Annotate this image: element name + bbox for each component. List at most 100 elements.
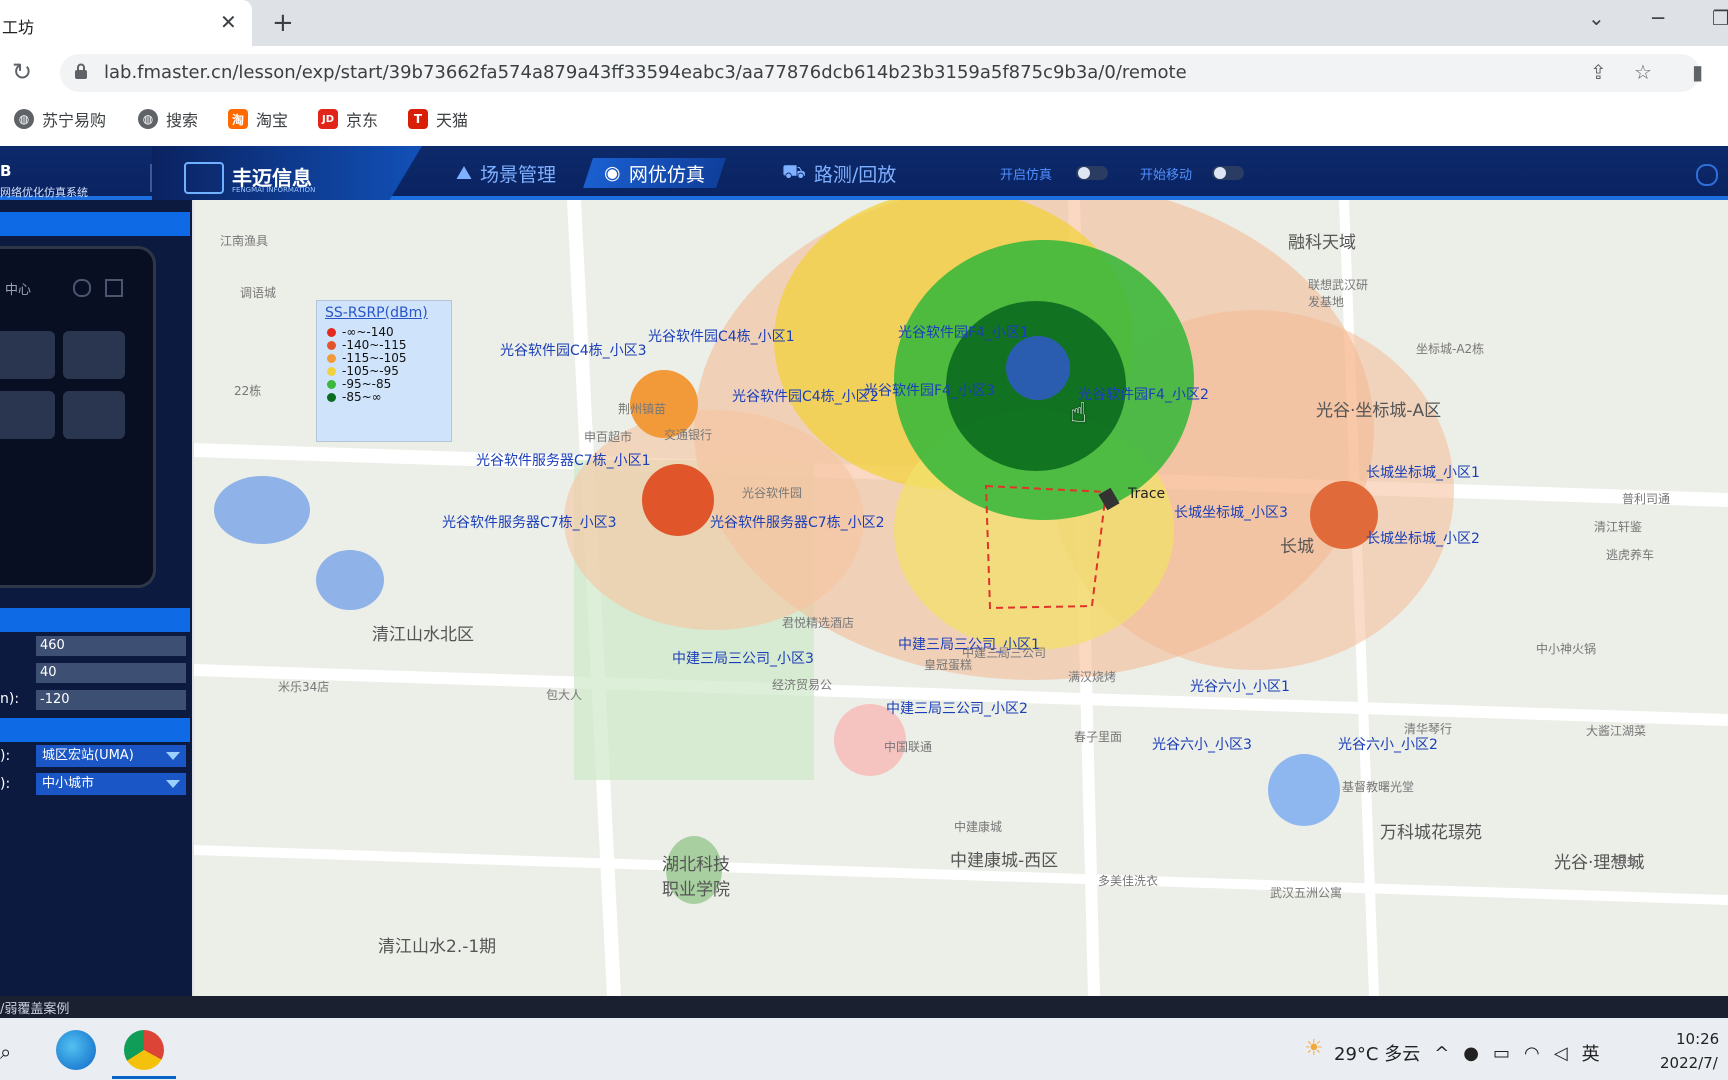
tab-scene-management[interactable]: ⛰ 场景管理 [440, 158, 572, 188]
jd-icon: JD [318, 109, 338, 129]
poi-label: 包大人 [546, 688, 583, 702]
app-short-name: B [0, 162, 12, 180]
globe-icon: ◍ [14, 109, 34, 129]
param-input-3[interactable]: -120 [36, 690, 186, 710]
legend-title: SS-RSRP(dBm) [325, 305, 428, 321]
param-input-1[interactable]: 460 [36, 636, 186, 656]
cell-label: 光谷六小_小区1 [1190, 679, 1290, 695]
wifi-icon[interactable]: ◠ [1524, 1043, 1540, 1064]
tab-close-icon[interactable]: ✕ [220, 10, 237, 34]
cell-label: 光谷软件园F4_小区2 [1078, 387, 1209, 403]
cell-label: 光谷软件园F4_小区1 [898, 325, 1029, 341]
legend-label: -85~∞ [342, 390, 382, 404]
poi-label: 坐标城-A2栋 [1416, 342, 1485, 356]
browser-tab-strip [0, 0, 1728, 46]
url-text[interactable]: lab.fmaster.cn/lesson/exp/start/39b73662… [104, 62, 1187, 83]
scenario-select[interactable]: 城区宏站(UMA) [36, 745, 186, 767]
legend-dot [327, 327, 336, 337]
minimize-icon[interactable]: ─ [1652, 6, 1664, 30]
share-icon[interactable]: ⇪ [1590, 60, 1607, 84]
tab-network-simulation[interactable]: ◉ 网优仿真 [583, 158, 726, 188]
toggle-move-label: 开始移动 [1140, 168, 1193, 183]
active-app-indicator [112, 1076, 176, 1079]
bookmark-label: 苏宁易购 [42, 111, 107, 130]
bookmark-taobao[interactable]: 淘淘宝 [228, 106, 288, 132]
param-input-2[interactable]: 40 [36, 663, 186, 683]
legend-dot [327, 366, 336, 376]
poi-label: 荆州镇苗 [618, 402, 667, 416]
poi-label: 可多 [1614, 854, 1639, 868]
tab-title: 工坊 [2, 18, 35, 37]
browser-tab[interactable] [0, 0, 252, 46]
map-area-label: 长城 [1280, 537, 1314, 557]
cell-label: 中建三局三公司_小区3 [672, 651, 814, 667]
map-area-label: 光谷·坐标城-A区 [1316, 401, 1442, 421]
header-separator [150, 164, 152, 192]
phone-tile-3[interactable] [0, 391, 55, 439]
toggle-move-switch[interactable] [1212, 166, 1244, 180]
app-subtitle: 网络优化仿真系统 [0, 186, 88, 199]
cell-label: 长城坐标城_小区1 [1366, 465, 1480, 481]
user-icon[interactable] [1696, 164, 1718, 186]
toggle-sim-switch[interactable] [1076, 166, 1108, 180]
search-icon[interactable]: ⌕ [0, 1040, 11, 1064]
phone-tile-nsa[interactable] [63, 391, 125, 439]
tab-label: 网优仿真 [628, 163, 705, 186]
legend-dot [327, 379, 336, 389]
chrome-icon[interactable] [124, 1030, 164, 1070]
cell-label: 光谷软件园F4_小区3 [864, 383, 995, 399]
system-tray: 29°C 多云 ^ ● ▭ ◠ ◁ 英 [1334, 1040, 1600, 1066]
mic-icon[interactable]: ● [1463, 1043, 1479, 1064]
volume-icon[interactable]: ◁ [1554, 1043, 1568, 1064]
tmall-icon: T [408, 109, 428, 129]
city-type-select[interactable]: 中小城市 [36, 773, 186, 795]
status-strip [0, 996, 1728, 1018]
battery-icon[interactable]: ▭ [1493, 1043, 1510, 1064]
tab-label: 场景管理 [479, 163, 556, 186]
phone-tile-airplane[interactable] [0, 331, 55, 379]
tab-search-chevron-icon[interactable]: ⌄ [1588, 6, 1605, 30]
bookmark-tmall[interactable]: T 天猫 [408, 106, 468, 132]
bookmark-suning[interactable]: ◍ 苏宁易购 [14, 106, 106, 132]
brand-english: FENGMAI INFORMATION [232, 186, 316, 194]
cell-label: 光谷六小_小区2 [1338, 737, 1438, 753]
edit-icon[interactable] [105, 279, 123, 297]
select-label-2: ): [0, 776, 11, 792]
clock-time[interactable]: 10:26 [1676, 1030, 1719, 1048]
new-tab-icon[interactable]: + [272, 8, 294, 38]
legend-dot [327, 340, 336, 350]
map-area-label: 融科天域 [1288, 233, 1356, 253]
bookmark-search[interactable]: ◍ 搜索 [138, 106, 198, 132]
star-icon[interactable]: ☆ [1634, 60, 1652, 84]
scene-icon: ⛰ [456, 162, 472, 184]
clock-date[interactable]: 2022/7/ [1660, 1054, 1718, 1072]
legend-label: -∞~-140 [342, 325, 394, 339]
cell-label: 光谷软件服务器C7栋_小区2 [710, 515, 885, 531]
bookmark-label: 搜索 [166, 111, 199, 130]
trace-label: Trace [1128, 486, 1166, 502]
map-area-label: 中建康城-西区 [950, 851, 1059, 871]
legend-label: -140~-115 [342, 338, 407, 352]
legend-item: -105~-95 [327, 364, 399, 378]
ime-indicator[interactable]: 英 [1582, 1040, 1600, 1066]
bookmark-jd[interactable]: JD 京东 [318, 106, 378, 132]
cell-label: 中建三局三公司_小区2 [886, 701, 1028, 717]
poi-label: 普利司通 [1622, 492, 1671, 506]
panel-header-bar [0, 212, 190, 236]
settings-icon[interactable] [73, 279, 91, 297]
restore-icon[interactable]: ❐ [1712, 6, 1728, 30]
bookmark-label: 京东 [346, 111, 379, 130]
weather-text[interactable]: 29°C 多云 [1334, 1040, 1420, 1066]
sidepanel-icon[interactable]: ▮ [1692, 60, 1703, 84]
poi-label: 中建康城 [954, 820, 1003, 834]
edge-icon[interactable] [56, 1030, 96, 1070]
tab-drive-test-playback[interactable]: ⛟ 路测/回放 [766, 158, 912, 188]
reload-icon[interactable]: ↻ [12, 58, 32, 86]
poi-label: 多美佳洗衣 [1098, 874, 1159, 888]
legend-item: -∞~-140 [327, 325, 394, 339]
panel-section-bar [0, 608, 190, 632]
map-area-label: 清江山水2.-1期 [378, 937, 497, 957]
phone-tile-2[interactable] [63, 331, 125, 379]
legend-label: -105~-95 [342, 364, 399, 378]
chevron-up-icon[interactable]: ^ [1434, 1043, 1449, 1064]
